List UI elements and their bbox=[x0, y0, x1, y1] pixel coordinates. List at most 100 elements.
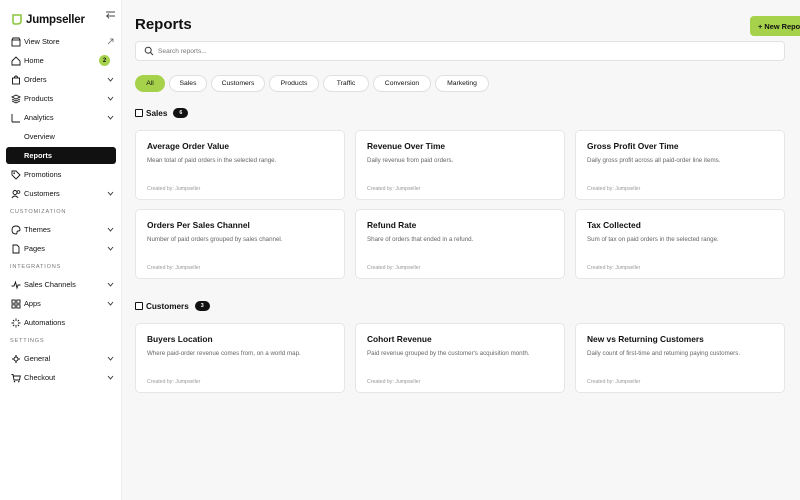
sidebar-item-general[interactable]: General bbox=[6, 350, 116, 367]
report-description: Sum of tax on paid orders in the selecte… bbox=[587, 236, 719, 243]
chevron-down-icon bbox=[105, 299, 115, 309]
sidebar-item-themes[interactable]: Themes bbox=[6, 221, 116, 238]
report-title: Buyers Location bbox=[147, 334, 213, 344]
filter-marketing[interactable]: Marketing bbox=[435, 75, 489, 92]
report-card[interactable]: New vs Returning Customers Daily count o… bbox=[575, 323, 785, 393]
sidebar-item-label: Overview bbox=[24, 132, 55, 141]
chevron-down-icon bbox=[105, 225, 115, 235]
activity-icon bbox=[10, 279, 21, 290]
sidebar-item-checkout[interactable]: Checkout bbox=[6, 369, 116, 386]
report-card[interactable]: Refund Rate Share of orders that ended i… bbox=[355, 209, 565, 279]
sidebar-item-products[interactable]: Products bbox=[6, 90, 116, 107]
chevron-down-icon bbox=[105, 113, 115, 123]
users-icon bbox=[10, 188, 21, 199]
filter-conversion[interactable]: Conversion bbox=[373, 75, 431, 92]
sidebar-item-label: Themes bbox=[24, 225, 51, 234]
sidebar-item-label: Customers bbox=[24, 189, 60, 198]
sidebar: Jumpseller View Store Home 2 Orders Prod… bbox=[0, 0, 122, 500]
sidebar-item-pages[interactable]: Pages bbox=[6, 240, 116, 257]
filter-all[interactable]: All bbox=[135, 75, 165, 92]
section-header-customers: Customers 3 bbox=[135, 301, 210, 311]
grid-icon bbox=[10, 298, 21, 309]
sidebar-item-apps[interactable]: Apps bbox=[6, 295, 116, 312]
page-icon bbox=[10, 243, 21, 254]
chevron-down-icon bbox=[105, 354, 115, 364]
report-author: Created by: Jumpseller bbox=[587, 265, 641, 271]
notification-badge: 2 bbox=[99, 55, 110, 66]
report-description: Daily revenue from paid orders. bbox=[367, 157, 454, 164]
sidebar-item-view-store[interactable]: View Store bbox=[6, 33, 116, 50]
sidebar-item-reports[interactable]: Reports bbox=[6, 147, 116, 164]
chevron-down-icon bbox=[105, 373, 115, 383]
sidebar-item-orders[interactable]: Orders bbox=[6, 71, 116, 88]
sidebar-item-home[interactable]: Home 2 bbox=[6, 52, 116, 69]
sidebar-item-automations[interactable]: Automations bbox=[6, 314, 116, 331]
search-bar[interactable] bbox=[135, 41, 785, 61]
chevron-down-icon bbox=[105, 75, 115, 85]
search-input[interactable] bbox=[158, 47, 758, 55]
report-description: Daily gross profit across all paid-order… bbox=[587, 157, 721, 164]
report-description: Number of paid orders grouped by sales c… bbox=[147, 236, 283, 243]
report-author: Created by: Jumpseller bbox=[367, 379, 421, 385]
report-title: Orders Per Sales Channel bbox=[147, 220, 250, 230]
sidebar-item-label: Automations bbox=[24, 318, 66, 327]
report-card[interactable]: Orders Per Sales Channel Number of paid … bbox=[135, 209, 345, 279]
report-description: Mean total of paid orders in the selecte… bbox=[147, 157, 277, 164]
report-description: Paid revenue grouped by the customer's a… bbox=[367, 350, 530, 357]
report-card[interactable]: Gross Profit Over Time Daily gross profi… bbox=[575, 130, 785, 200]
sidebar-item-customers[interactable]: Customers bbox=[6, 185, 116, 202]
section-title: Sales bbox=[146, 108, 168, 118]
report-card[interactable]: Average Order Value Mean total of paid o… bbox=[135, 130, 345, 200]
filter-customers[interactable]: Customers bbox=[211, 75, 265, 92]
filter-traffic[interactable]: Traffic bbox=[323, 75, 369, 92]
palette-icon bbox=[10, 224, 21, 235]
shopping-bag-icon bbox=[10, 74, 21, 85]
sidebar-item-label: Home bbox=[24, 56, 44, 65]
report-author: Created by: Jumpseller bbox=[147, 186, 201, 192]
brand-name: Jumpseller bbox=[26, 13, 85, 26]
report-title: Cohort Revenue bbox=[367, 334, 432, 344]
sidebar-item-sales-channels[interactable]: Sales Channels bbox=[6, 276, 116, 293]
report-card[interactable]: Revenue Over Time Daily revenue from pai… bbox=[355, 130, 565, 200]
search-icon bbox=[144, 46, 154, 56]
gear-icon bbox=[10, 353, 21, 364]
sidebar-item-label: Orders bbox=[24, 75, 47, 84]
section-title: Customers bbox=[146, 301, 189, 311]
report-card[interactable]: Cohort Revenue Paid revenue grouped by t… bbox=[355, 323, 565, 393]
report-author: Created by: Jumpseller bbox=[367, 186, 421, 192]
report-author: Created by: Jumpseller bbox=[587, 186, 641, 192]
new-report-button[interactable]: + New Report bbox=[750, 16, 800, 36]
report-title: Average Order Value bbox=[147, 141, 230, 151]
sidebar-item-analytics[interactable]: Analytics bbox=[6, 109, 116, 126]
sidebar-item-label: Products bbox=[24, 94, 54, 103]
chart-icon bbox=[10, 112, 21, 123]
sidebar-item-label: Analytics bbox=[24, 113, 54, 122]
filter-sales[interactable]: Sales bbox=[169, 75, 207, 92]
report-author: Created by: Jumpseller bbox=[147, 379, 201, 385]
section-checkbox[interactable] bbox=[135, 109, 143, 117]
chevron-down-icon bbox=[105, 244, 115, 254]
report-title: Gross Profit Over Time bbox=[587, 141, 679, 151]
section-count-badge: 6 bbox=[173, 108, 189, 118]
report-description: Daily count of first-time and returning … bbox=[587, 350, 741, 357]
report-card[interactable]: Buyers Location Where paid-order revenue… bbox=[135, 323, 345, 393]
chevron-down-icon bbox=[105, 280, 115, 290]
jumpseller-logo-icon bbox=[12, 14, 22, 25]
section-label-customization: CUSTOMIZATION bbox=[10, 209, 67, 215]
report-title: Refund Rate bbox=[367, 220, 417, 230]
section-label-integrations: INTEGRATIONS bbox=[10, 264, 62, 270]
report-title: Tax Collected bbox=[587, 220, 641, 230]
tag-icon bbox=[10, 169, 21, 180]
section-checkbox[interactable] bbox=[135, 302, 143, 310]
brand[interactable]: Jumpseller bbox=[11, 13, 85, 26]
sidebar-item-promotions[interactable]: Promotions bbox=[6, 166, 116, 183]
page-title: Reports bbox=[135, 16, 192, 33]
report-title: Revenue Over Time bbox=[367, 141, 446, 151]
sidebar-item-label: Reports bbox=[24, 151, 52, 160]
sidebar-item-overview[interactable]: Overview bbox=[6, 128, 116, 145]
filter-products[interactable]: Products bbox=[269, 75, 319, 92]
home-icon bbox=[10, 55, 21, 66]
report-card[interactable]: Tax Collected Sum of tax on paid orders … bbox=[575, 209, 785, 279]
collapse-sidebar-icon[interactable] bbox=[105, 11, 117, 23]
sparkle-icon bbox=[10, 317, 21, 328]
